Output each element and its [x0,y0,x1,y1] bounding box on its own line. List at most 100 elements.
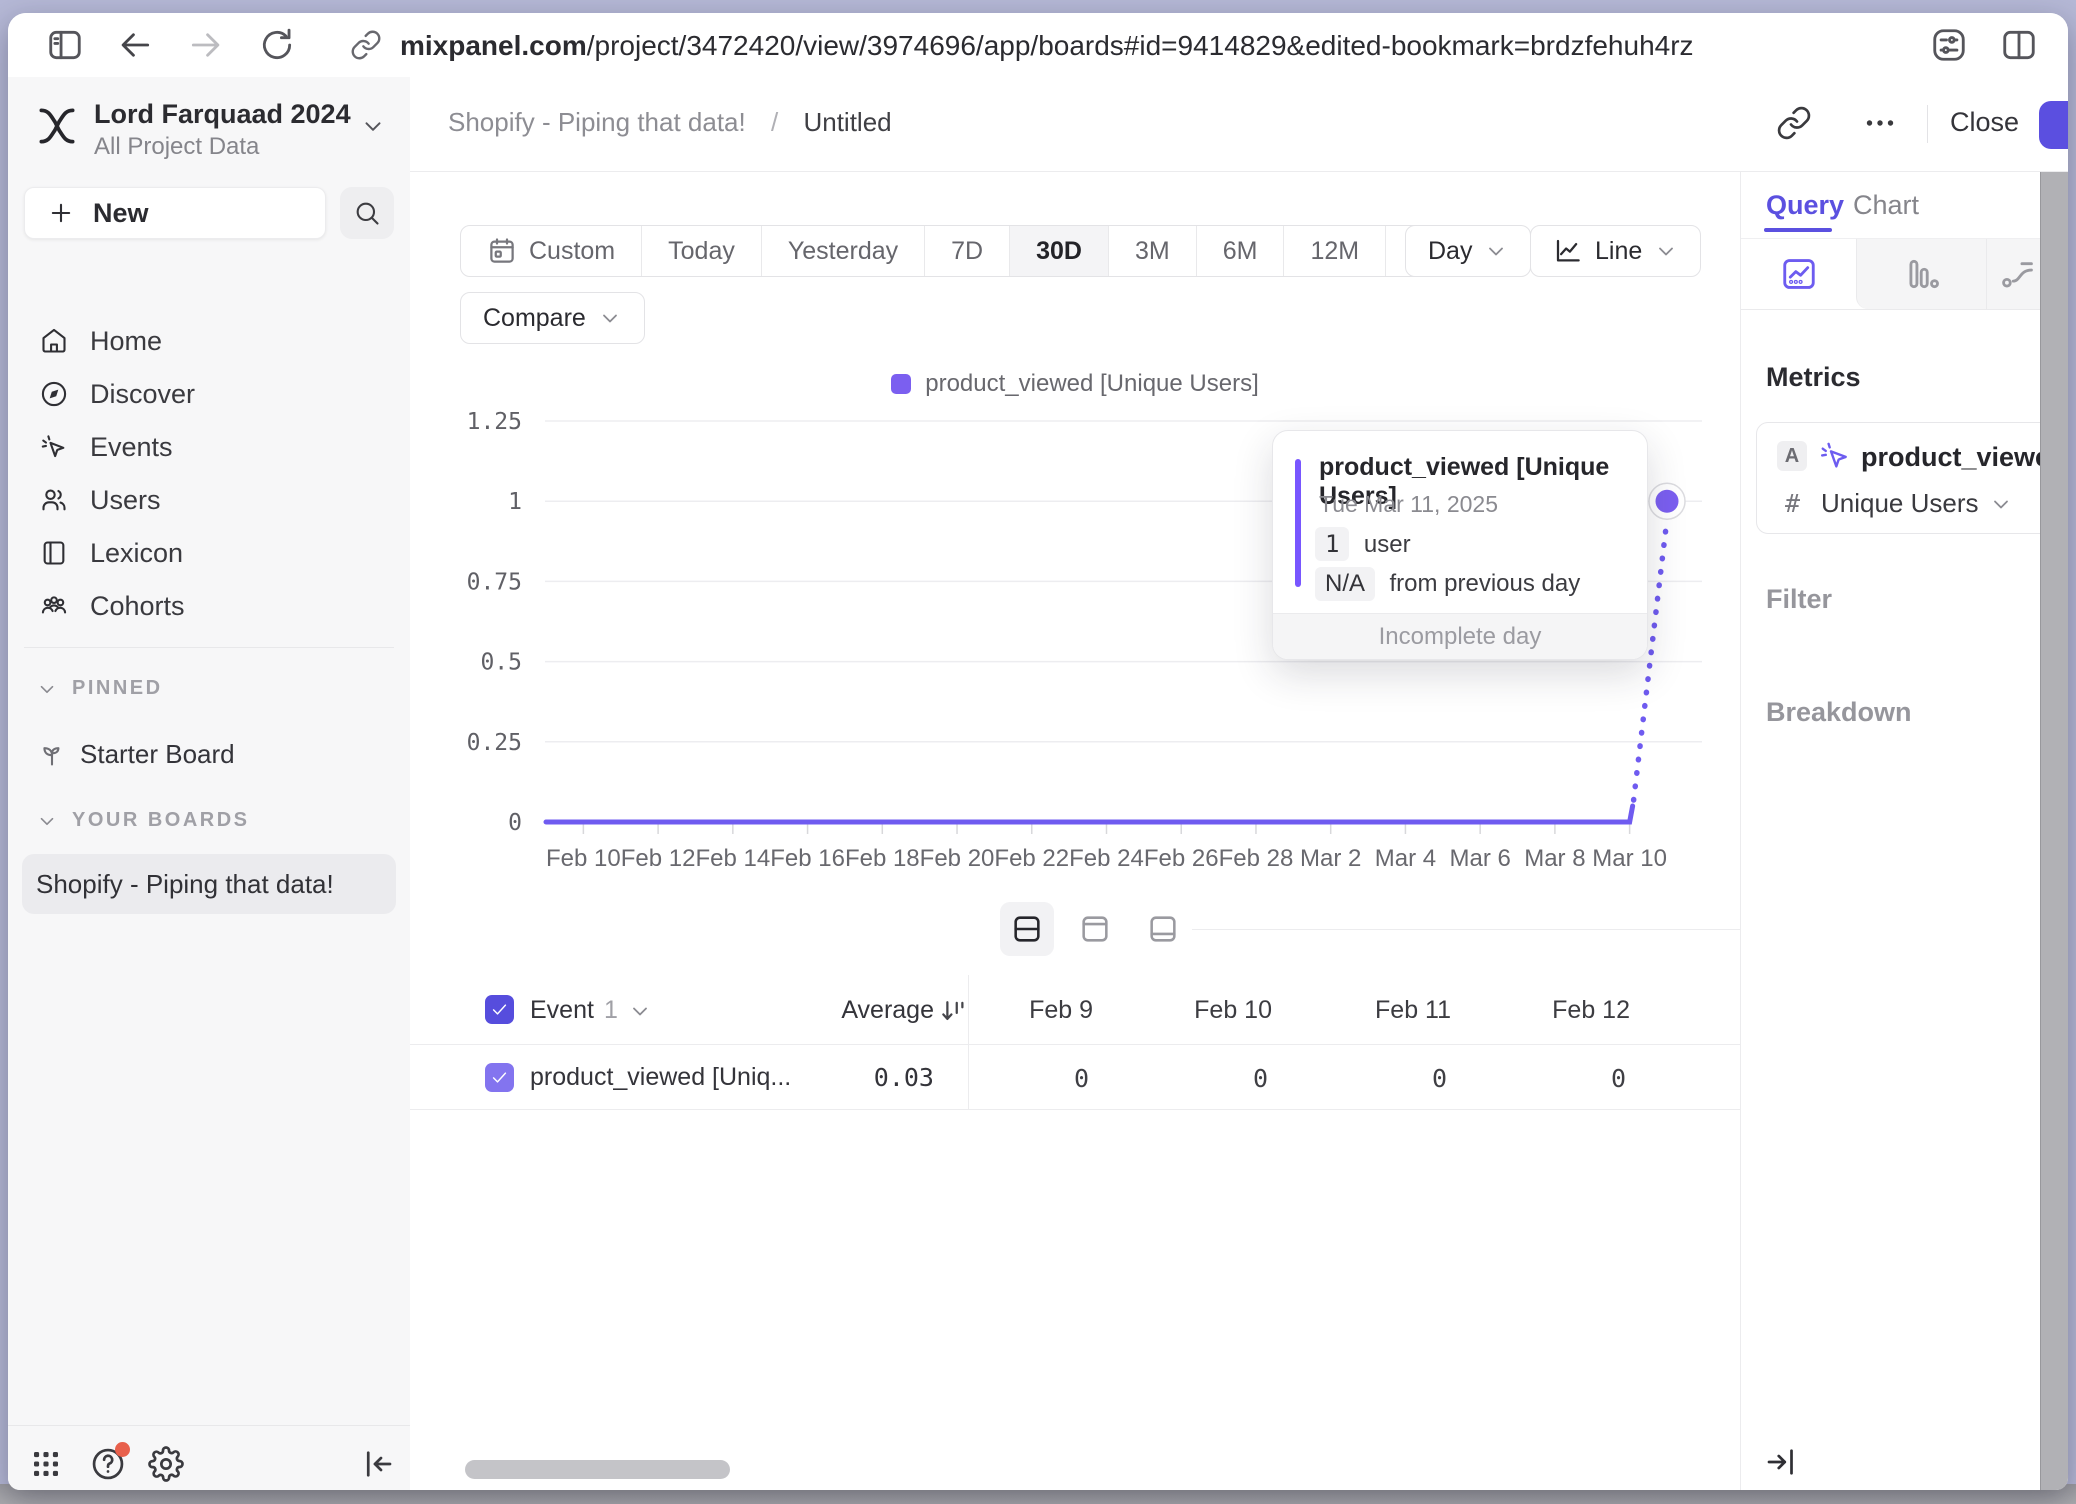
range-12m-button[interactable]: 12M [1283,226,1385,276]
window-edge-strip [2040,172,2068,1490]
calendar-icon [487,236,517,266]
row-checkbox[interactable] [485,1063,514,1092]
sidebar-item-users[interactable]: Users [22,474,396,526]
sidebar-item-home[interactable]: Home [22,315,396,367]
more-options-icon[interactable] [1862,105,1898,141]
apps-grid-icon[interactable] [28,1446,64,1482]
date-column-header[interactable]: Feb 12 [1477,996,1656,1025]
copy-link-icon[interactable] [1776,105,1812,141]
legend-label: product_viewed [Unique Users] [925,370,1259,398]
collapse-sidebar-icon[interactable] [360,1446,396,1482]
row-average-value: 0.03 [750,1063,934,1092]
svg-text:0.25: 0.25 [467,730,522,756]
svg-text:Mar 10: Mar 10 [1592,845,1667,872]
sidebar-item-events[interactable]: Events [22,421,396,473]
svg-text:Feb 26: Feb 26 [1144,845,1219,872]
metric-event-name[interactable]: product_viewed [1861,442,2067,473]
granularity-dropdown[interactable]: Day [1405,225,1531,277]
cohorts-icon [40,592,68,620]
save-accent-button[interactable] [2039,101,2068,149]
new-button[interactable]: New [24,187,326,239]
svg-text:Mar 6: Mar 6 [1449,845,1510,872]
close-button[interactable]: Close [1950,107,2019,138]
search-button[interactable] [340,187,394,239]
layout-table-only-button[interactable] [1136,902,1190,956]
range-6m-button[interactable]: 6M [1196,226,1284,276]
table-header-row: Event 1 Average Feb 9Feb 10Feb 11Feb 12 [410,975,1740,1045]
chart-style-dropdown[interactable]: Line [1530,225,1701,277]
expand-panel-icon[interactable] [1763,1444,1799,1480]
url-bar[interactable]: mixpanel.com/project/3472420/view/397469… [400,30,1694,62]
page-settings-icon[interactable] [1930,26,1968,64]
sidebar-item-discover[interactable]: Discover [22,368,396,420]
filter-header[interactable]: Filter [1766,584,1832,615]
sidebar-item-starter-board[interactable]: Starter Board [22,729,396,779]
cell-value: 0 [940,1064,1119,1093]
range-7d-button[interactable]: 7D [924,226,1009,276]
sidebar-item-cohorts[interactable]: Cohorts [22,580,396,632]
svg-text:0.75: 0.75 [467,569,522,595]
svg-text:Feb 14: Feb 14 [695,845,770,872]
svg-text:0: 0 [508,810,522,836]
breakdown-header[interactable]: Breakdown [1766,697,1912,728]
sidebar-bottom-divider [8,1425,410,1426]
aggregation-dropdown[interactable]: Unique Users [1821,488,2013,519]
date-range-control: CustomTodayYesterday7D30D3M6M12MXTD [460,225,1525,277]
svg-text:Feb 18: Feb 18 [845,845,920,872]
tooltip-value: 1 [1315,527,1349,561]
date-column-header[interactable]: Feb 11 [1298,996,1477,1025]
back-icon[interactable] [116,26,154,64]
table-column-divider [968,975,969,1110]
reload-icon[interactable] [258,26,296,64]
select-all-checkbox[interactable] [485,995,514,1024]
range-yesterday-button[interactable]: Yesterday [761,226,924,276]
tab-chart[interactable]: Chart [1853,190,1919,221]
table-row[interactable]: product_viewed [Uniq... 0.03 0000 [410,1045,1740,1110]
chart-legend[interactable]: product_viewed [Unique Users] [410,370,1740,398]
sidebar-toggle-icon[interactable] [46,26,84,64]
tooltip-series-bar [1295,459,1301,587]
line-chart-icon [1553,236,1583,266]
chevron-down-icon [598,306,622,330]
board-header: Shopify - Piping that data! / Untitled C… [410,77,2068,172]
workspace-name[interactable]: Lord Farquaad 2024 [94,99,351,130]
settings-gear-icon[interactable] [148,1446,184,1482]
chevron-down-icon [36,678,58,700]
range-3m-button[interactable]: 3M [1108,226,1196,276]
tab-query[interactable]: Query [1766,190,1844,221]
event-cursor-icon [1819,440,1851,472]
breadcrumb-page[interactable]: Untitled [803,107,891,137]
horizontal-scrollbar-thumb[interactable] [465,1460,730,1479]
sprout-icon [38,740,66,768]
sidebar-item-lexicon[interactable]: Lexicon [22,527,396,579]
split-view-icon[interactable] [2000,26,2038,64]
help-icon[interactable] [90,1446,126,1482]
breadcrumb-board[interactable]: Shopify - Piping that data! [448,107,746,137]
layout-split-button[interactable] [1000,902,1054,956]
layout-chart-only-button[interactable] [1068,902,1122,956]
range-30d-button[interactable]: 30D [1009,226,1108,276]
metric-card[interactable]: A product_viewed # Unique Users [1756,422,2052,534]
range-custom-button[interactable]: Custom [461,226,641,276]
workspace-chevron-icon[interactable] [360,113,386,139]
compare-dropdown[interactable]: Compare [460,292,645,344]
date-column-header[interactable]: Feb 9 [940,996,1119,1025]
event-cursor-icon [40,433,68,461]
chart-type-funnels-button[interactable] [1856,239,1986,309]
bar-chart-icon [1903,255,1941,293]
event-column-header[interactable]: Event 1 [530,996,652,1025]
sidebar-item-board-shopify[interactable]: Shopify - Piping that data! [22,854,396,914]
date-column-header[interactable]: Feb 10 [1119,996,1298,1025]
your-boards-section-header[interactable]: YOUR BOARDS [36,809,250,832]
pinned-section-header[interactable]: PINNED [36,677,163,700]
chart-type-insights-button[interactable] [1741,239,1856,309]
range-today-button[interactable]: Today [641,226,761,276]
average-column-header[interactable]: Average [750,996,934,1025]
cell-value: 0 [1298,1064,1477,1093]
report-canvas: CustomTodayYesterday7D30D3M6M12MXTD Day … [410,172,1740,1490]
forward-icon[interactable] [187,26,225,64]
svg-text:Mar 4: Mar 4 [1375,845,1436,872]
tooltip-delta: N/A [1315,567,1375,601]
flows-squiggle-icon [1999,255,2037,293]
svg-text:Feb 28: Feb 28 [1219,845,1294,872]
